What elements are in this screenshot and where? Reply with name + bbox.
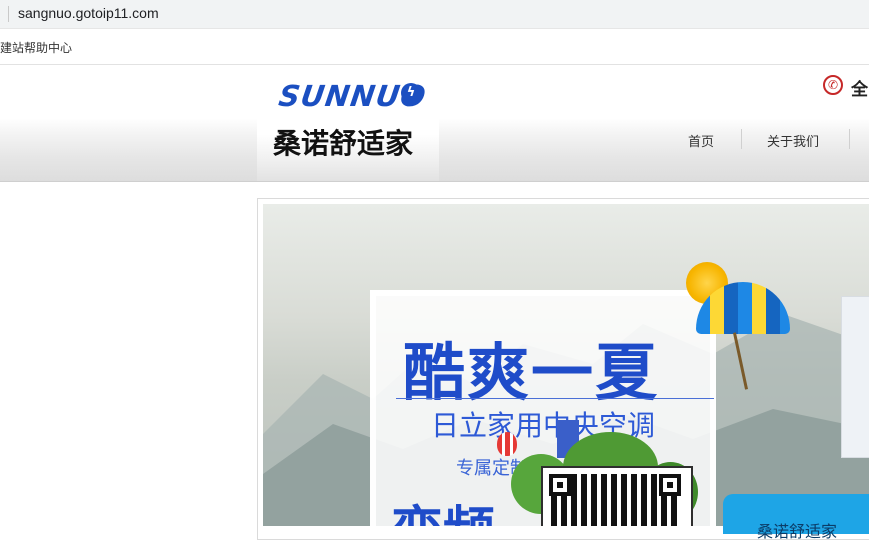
bookmarks-bar: 建站帮助中心 — [0, 29, 869, 65]
nav-divider — [849, 129, 850, 149]
address-url[interactable]: sangnuo.gotoip11.com — [18, 5, 159, 21]
headline-divider — [396, 398, 714, 399]
banner-bottom-line: 变频 — [391, 489, 495, 526]
promo-banner[interactable]: 酷爽一夏 日立家用中央空调 专属定制 变频 — [263, 204, 869, 526]
nav-home[interactable]: 首页 — [688, 131, 714, 150]
qr-finder — [549, 474, 571, 496]
site-header: SUNNUO ϟ 桑诺舒适家 — [0, 65, 869, 182]
nav-about[interactable]: 关于我们 — [767, 131, 819, 150]
phone-label: 全 — [851, 80, 868, 100]
hot-air-balloon-icon — [497, 432, 517, 456]
logo-block[interactable]: SUNNUO ϟ 桑诺舒适家 — [257, 65, 439, 181]
qr-code[interactable] — [541, 466, 693, 526]
bookmark-help-center[interactable]: 建站帮助中心 — [0, 39, 72, 56]
banner-side-panel — [841, 296, 869, 458]
qr-finder — [659, 474, 681, 496]
address-bar-divider — [8, 6, 9, 22]
logo-bolt-icon: ϟ — [401, 83, 421, 103]
browser-address-bar[interactable]: sangnuo.gotoip11.com — [0, 0, 869, 29]
site-name: 桑诺舒适家 — [273, 127, 414, 160]
nav-divider — [741, 129, 742, 149]
phone-icon: ✆ — [823, 75, 843, 95]
chat-widget-label[interactable]: 桑诺舒适家 — [757, 518, 837, 542]
